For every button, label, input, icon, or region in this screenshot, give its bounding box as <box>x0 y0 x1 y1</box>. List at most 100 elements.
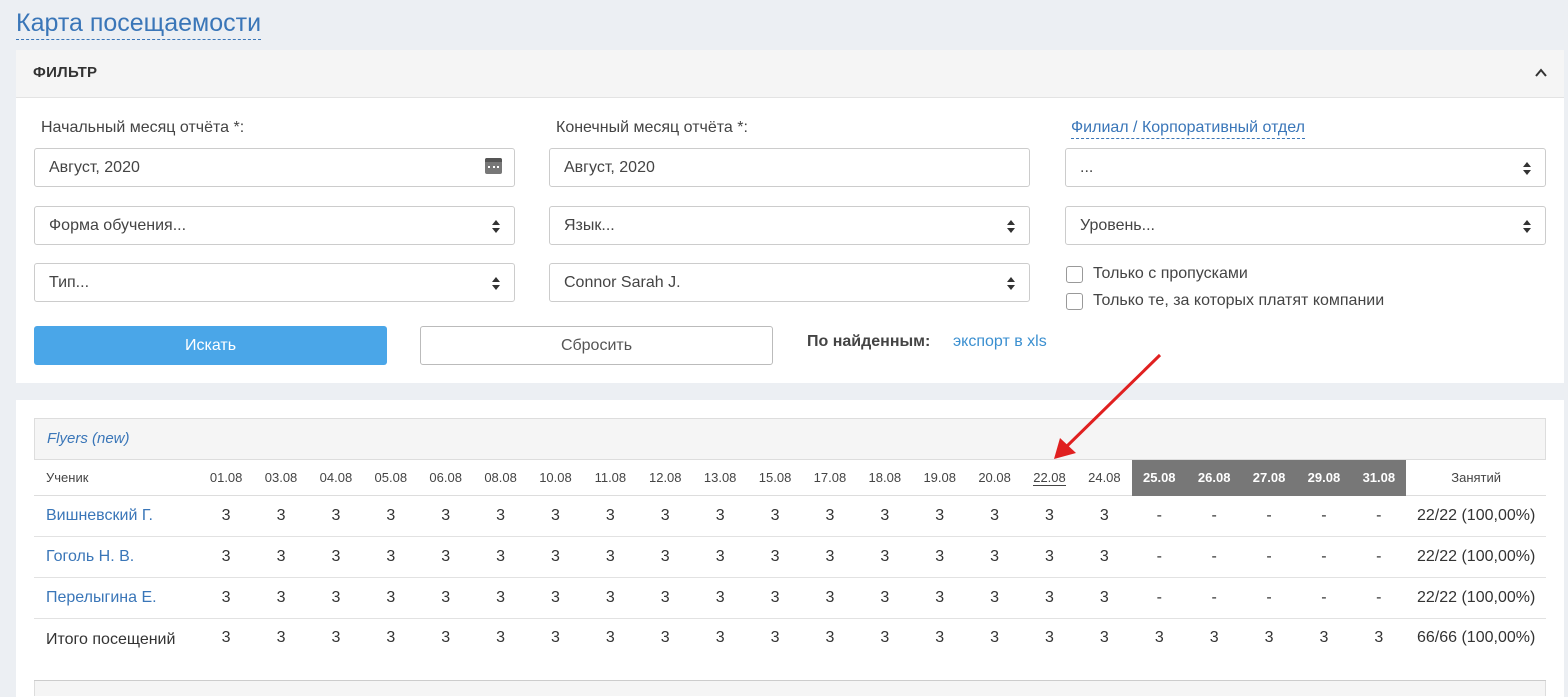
attendance-cell: 3 <box>386 589 396 606</box>
type-select-value: Тип... <box>49 273 90 291</box>
only-absences-option[interactable]: Только с пропусками <box>1066 265 1248 283</box>
total-cell: 3 <box>880 629 890 646</box>
teacher-select[interactable]: Connor Sarah J. <box>549 263 1030 302</box>
attendance-cell: - <box>1376 589 1382 606</box>
total-cell: 3 <box>1319 629 1329 646</box>
attendance-cell: 3 <box>441 589 451 606</box>
start-month-input[interactable]: Август, 2020 <box>34 148 515 187</box>
filter-header[interactable]: ФИЛЬТР <box>16 50 1564 98</box>
branch-label-link[interactable]: Филиал / Корпоративный отдел <box>1071 118 1305 139</box>
student-name-link[interactable]: Перелыгина Е. <box>46 589 157 606</box>
date-label: 01.08 <box>209 469 243 485</box>
only-company-paid-label: Только те, за которых платят компании <box>1093 292 1385 309</box>
attendance-cell: 3 <box>221 548 231 565</box>
date-column-header: 13.08 <box>693 460 748 496</box>
lessons-summary-cell: 22/22 (100,00%) <box>1416 507 1536 524</box>
date-column-header: 04.08 <box>308 460 363 496</box>
student-column-header: Ученик <box>46 470 89 485</box>
date-label: 27.08 <box>1252 469 1286 485</box>
attendance-cell: 3 <box>770 548 780 565</box>
date-column-header: 24.08 <box>1077 460 1132 496</box>
reset-button[interactable]: Сбросить <box>420 326 773 365</box>
search-button[interactable]: Искать <box>34 326 387 365</box>
chevron-up-icon[interactable] <box>1534 66 1548 80</box>
select-arrows-icon <box>1523 220 1531 233</box>
teacher-select-value: Connor Sarah J. <box>564 273 681 291</box>
only-absences-checkbox[interactable] <box>1066 265 1083 283</box>
attendance-cell: 3 <box>551 548 560 565</box>
attendance-cell: - <box>1156 548 1162 565</box>
date-column-header: 27.08 <box>1241 459 1297 496</box>
attendance-cell: 3 <box>880 548 890 565</box>
date-label: 18.08 <box>868 469 902 485</box>
total-cell: 3 <box>935 629 945 646</box>
attendance-table: Flyers (new) Ученик 01.08 03.08 04.08 05.08… <box>34 418 1546 696</box>
total-cell: 3 <box>715 629 725 646</box>
attendance-cell: 3 <box>660 548 670 565</box>
date-label: 19.08 <box>923 469 956 485</box>
attendance-cell: 3 <box>880 589 890 606</box>
attendance-cell: 3 <box>880 507 890 524</box>
total-row: Итого посещений 3 3 3 3 3 3 3 3 3 3 3 3 3 3 3 3 3 3 3 3 3 3 66… <box>34 619 1546 681</box>
attendance-cell: 3 <box>1045 589 1054 606</box>
total-cell: 3 <box>221 629 231 646</box>
attendance-cell: 3 <box>935 589 945 606</box>
attendance-cell: 3 <box>1045 548 1054 565</box>
lessons-column-header: Занятий <box>1451 470 1502 485</box>
start-month-label: Начальный месяц отчёта *: <box>41 119 245 136</box>
level-select[interactable]: Уровень... <box>1065 206 1546 245</box>
total-cell: 3 <box>1045 629 1054 646</box>
branch-select[interactable]: ... <box>1065 148 1546 187</box>
attendance-cell: 3 <box>605 507 615 524</box>
attendance-cell: 3 <box>990 548 1000 565</box>
attendance-cell: 3 <box>331 507 341 524</box>
only-company-paid-option[interactable]: Только те, за которых платят компании <box>1066 292 1384 310</box>
form-select-value: Форма обучения... <box>49 216 187 234</box>
date-column-header: 11.08 <box>583 460 638 496</box>
attendance-cell: 3 <box>715 589 725 606</box>
end-month-input[interactable]: Август, 2020 <box>549 148 1030 187</box>
attendance-cell: 3 <box>551 589 560 606</box>
date-column-header: 15.08 <box>748 460 803 496</box>
attendance-cell: - <box>1376 507 1382 524</box>
export-xls-link[interactable]: экспорт в xls <box>953 333 1047 351</box>
total-cell: 3 <box>1374 629 1384 646</box>
language-select[interactable]: Язык... <box>549 206 1030 245</box>
form-select[interactable]: Форма обучения... <box>34 206 515 245</box>
date-column-header: 12.08 <box>638 460 693 496</box>
date-column-header: 22.08 <box>1022 460 1077 496</box>
total-summary-cell: 66/66 (100,00%) <box>1416 629 1536 646</box>
language-select-value: Язык... <box>564 216 615 234</box>
total-cell: 3 <box>660 629 670 646</box>
student-name-link[interactable]: Гоголь Н. В. <box>46 548 134 565</box>
date-label: 10.08 <box>539 469 572 485</box>
calendar-icon[interactable] <box>485 158 502 174</box>
attendance-cell: - <box>1156 507 1162 524</box>
total-cell: 3 <box>551 629 560 646</box>
total-cell: 3 <box>441 629 451 646</box>
date-column-header: 17.08 <box>802 460 857 496</box>
attendance-cell: 3 <box>1099 589 1109 606</box>
total-cell: 3 <box>1209 629 1219 646</box>
date-column-header: 31.08 <box>1351 459 1407 496</box>
date-label: 20.08 <box>978 469 1011 485</box>
date-column-header: 29.08 <box>1296 459 1352 496</box>
attendance-cell: 3 <box>715 507 725 524</box>
type-select[interactable]: Тип... <box>34 263 515 302</box>
only-company-paid-checkbox[interactable] <box>1066 292 1083 310</box>
attendance-cell: 3 <box>715 548 725 565</box>
attendance-cell: 3 <box>770 507 780 524</box>
attendance-cell: 3 <box>605 589 615 606</box>
lessons-summary-cell: 22/22 (100,00%) <box>1416 589 1536 606</box>
attendance-cell: 3 <box>770 589 780 606</box>
group-name-link[interactable]: Flyers (new) <box>47 430 130 447</box>
attendance-cell: 3 <box>660 507 670 524</box>
student-name-link[interactable]: Вишневский Г. <box>46 507 153 524</box>
select-arrows-icon <box>1007 277 1015 290</box>
end-month-label: Конечный месяц отчёта *: <box>556 119 748 136</box>
page-title[interactable]: Карта посещаемости <box>16 8 262 40</box>
attendance-cell: 3 <box>221 589 231 606</box>
attendance-cell: 3 <box>551 507 560 524</box>
attendance-cell: 3 <box>441 548 451 565</box>
total-label: Итого посещений <box>46 631 176 648</box>
